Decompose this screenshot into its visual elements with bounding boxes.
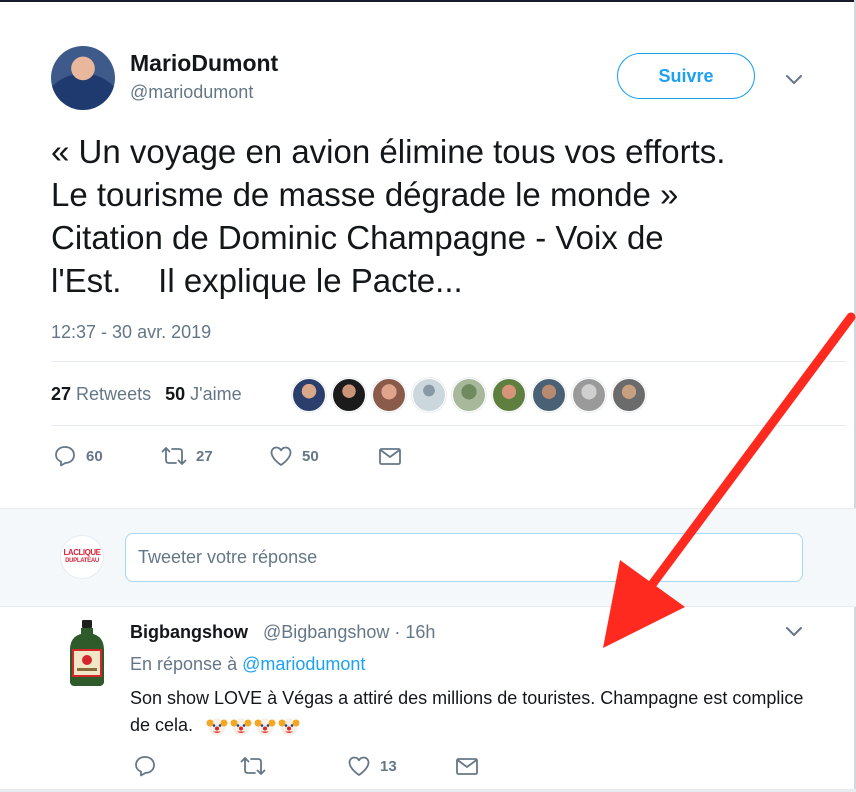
- tweet-text: « Un voyage en avion élimine tous vos ef…: [51, 133, 726, 299]
- like-action[interactable]: 13: [347, 754, 454, 778]
- liker-avatar[interactable]: [452, 378, 486, 412]
- clown-face-icon: [278, 718, 300, 736]
- author-handle[interactable]: @mariodumont: [130, 82, 253, 103]
- envelope-icon: [456, 758, 478, 775]
- current-user-avatar-line2: DUPLATEAU: [65, 558, 99, 564]
- reply-action[interactable]: [133, 754, 240, 778]
- reply-author-name[interactable]: Bigbangshow: [130, 622, 248, 643]
- tweet-actions: 60 27 50: [53, 444, 403, 468]
- like-action[interactable]: 50: [269, 444, 377, 468]
- likes-stat-label: J'aime: [190, 384, 242, 404]
- reply-author-handle-time[interactable]: @Bigbangshow · 16h: [263, 622, 435, 643]
- retweets-stat-label: Retweets: [76, 384, 152, 404]
- liker-avatar[interactable]: [372, 378, 406, 412]
- reply-tweet-actions: 13: [133, 754, 480, 778]
- current-user-avatar[interactable]: LACLIQUE DUPLATEAU: [60, 535, 104, 579]
- retweets-stat-count: 27: [51, 384, 72, 404]
- like-count: 50: [302, 447, 319, 465]
- retweets-stat[interactable]: 27 Retweets: [51, 384, 151, 405]
- reply-author-avatar[interactable]: [66, 620, 108, 686]
- retweet-icon: [161, 447, 187, 465]
- retweet-count: 27: [196, 447, 213, 465]
- red-arrow-annotation: [603, 312, 856, 648]
- heart-icon: [270, 446, 292, 466]
- heart-icon: [348, 756, 370, 776]
- clown-face-icon: [230, 718, 252, 736]
- window-top-border: [0, 0, 856, 2]
- in-reply-to-prefix: En réponse à: [130, 654, 238, 674]
- in-reply-to: En réponse à @mariodumont: [130, 654, 365, 675]
- current-user-avatar-line1: LACLIQUE: [63, 548, 101, 557]
- chevron-down-icon[interactable]: [784, 69, 804, 89]
- author-avatar[interactable]: [51, 46, 115, 110]
- tweet-timestamp[interactable]: 12:37 - 30 avr. 2019: [51, 322, 211, 343]
- retweet-icon: [240, 757, 266, 775]
- reply-count: 60: [86, 447, 103, 465]
- retweet-action[interactable]: 27: [161, 444, 269, 468]
- engagement-stats: 27 Retweets 50 J'aime: [51, 384, 256, 405]
- author-display-name[interactable]: MarioDumont: [130, 50, 278, 77]
- clown-face-icon: [254, 718, 276, 736]
- liker-avatar[interactable]: [532, 378, 566, 412]
- liker-avatar[interactable]: [492, 378, 526, 412]
- message-action[interactable]: [454, 754, 480, 778]
- reply-action[interactable]: 60: [53, 444, 161, 468]
- in-reply-to-mention[interactable]: @mariodumont: [242, 654, 365, 674]
- retweet-action[interactable]: [240, 754, 347, 778]
- likes-stat-count: 50: [165, 384, 186, 404]
- reply-tweet-text-block: Son show LOVE à Végas a attiré des milli…: [130, 685, 820, 739]
- liker-avatar[interactable]: [292, 378, 326, 412]
- like-count: 13: [380, 757, 397, 775]
- clown-face-icon: [206, 718, 228, 736]
- reply-icon: [135, 756, 155, 777]
- message-action[interactable]: [377, 444, 403, 468]
- clown-emojis: [206, 715, 300, 737]
- reply-icon: [55, 446, 75, 467]
- envelope-icon: [379, 448, 401, 465]
- liker-avatar[interactable]: [332, 378, 366, 412]
- follow-button[interactable]: Suivre: [617, 53, 755, 99]
- liker-avatars: [292, 378, 646, 412]
- liker-avatar[interactable]: [412, 378, 446, 412]
- likes-stat[interactable]: 50 J'aime: [165, 384, 242, 405]
